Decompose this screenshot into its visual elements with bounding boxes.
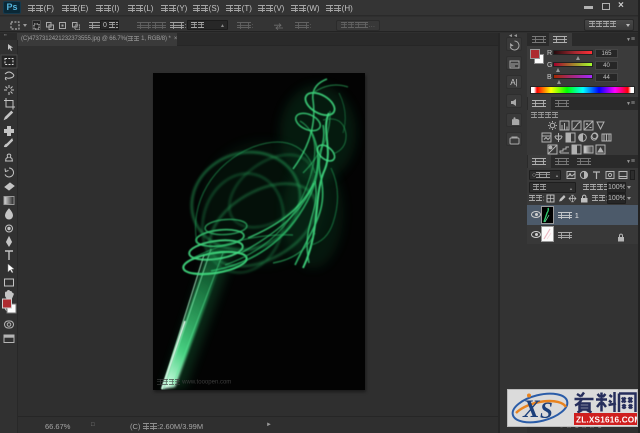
svg-text:S: S [540,398,553,423]
svg-text:ZL.XS1616.COM: ZL.XS1616.COM [576,416,637,425]
svg-text:X: X [522,396,541,423]
